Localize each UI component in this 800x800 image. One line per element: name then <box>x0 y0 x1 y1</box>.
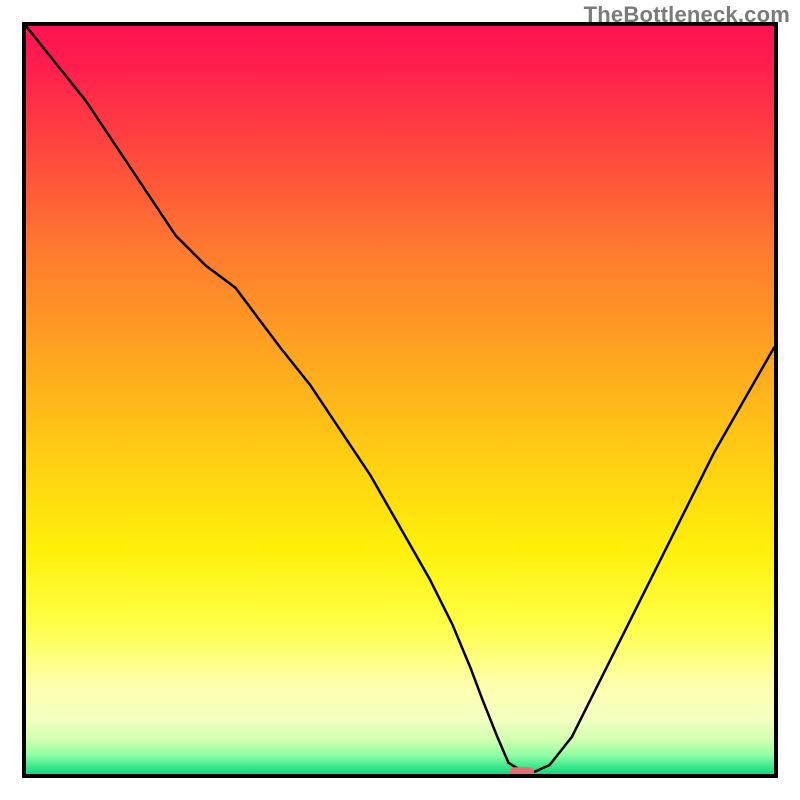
plot-background <box>26 26 774 774</box>
chart-svg <box>0 0 800 800</box>
bottleneck-chart: TheBottleneck.com <box>0 0 800 800</box>
watermark-text: TheBottleneck.com <box>584 2 790 28</box>
